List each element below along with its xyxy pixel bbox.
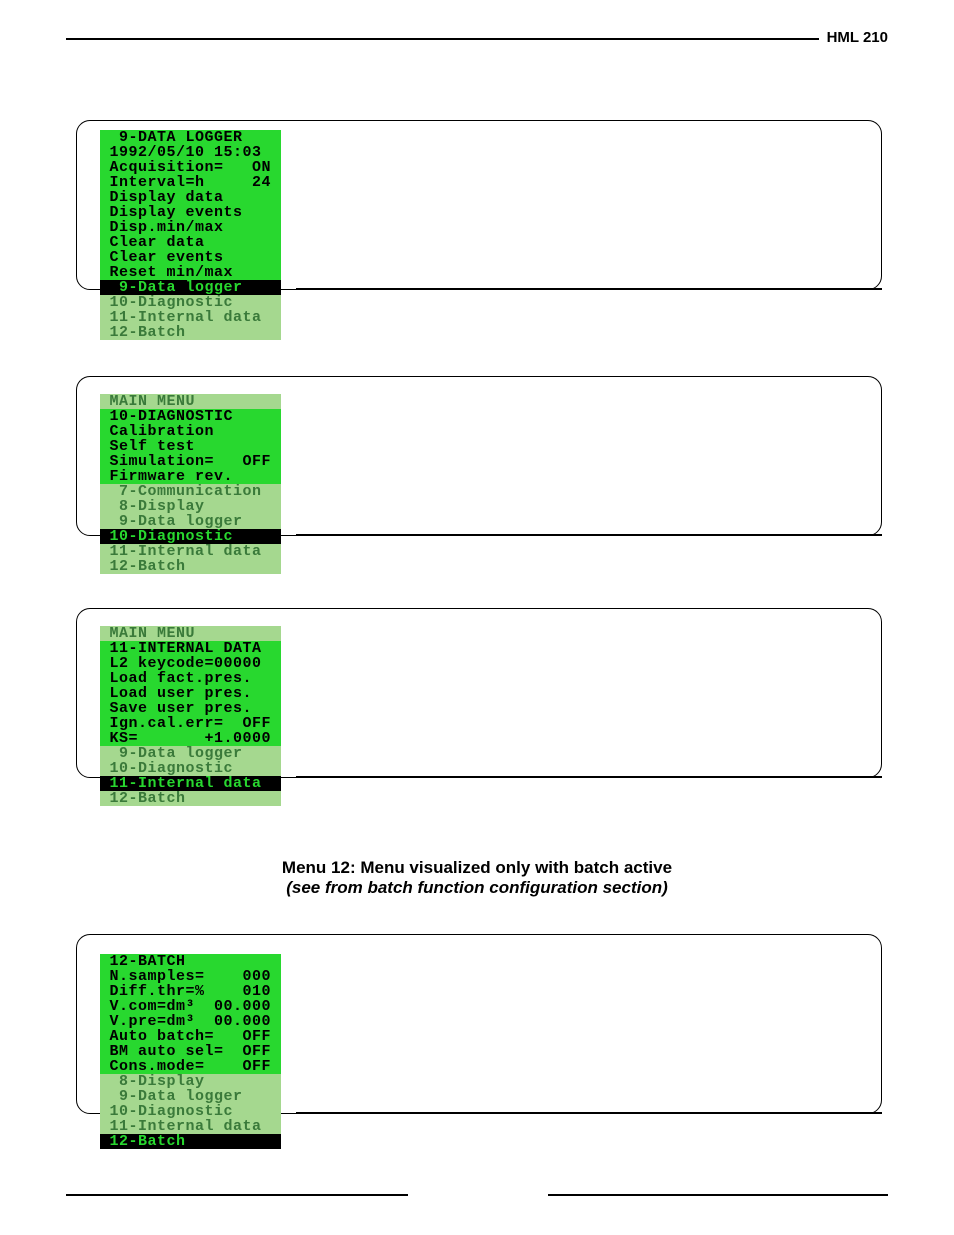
lcd12-dim-1: 9-Data logger [100, 1089, 281, 1104]
lcd12-line-3: V.com=dm³ 00.000 [100, 999, 281, 1014]
caption-line-2: (see from batch function configuration s… [0, 878, 954, 898]
lcd10-line-3: Simulation= OFF [100, 454, 281, 469]
lcd-screen-11: MAIN MENU 11-INTERNAL DATA L2 keycode=00… [100, 626, 281, 806]
lcd10-bot-0: 11-Internal data [100, 544, 281, 559]
lcd10-line-2: Self test [100, 439, 281, 454]
lcd9-line-1: 1992/05/10 15:03 [100, 145, 281, 160]
lcd11-line-6: KS= +1.0000 [100, 731, 281, 746]
panel-menu-9-rule [296, 288, 882, 290]
lcd10-line-4: Firmware rev. [100, 469, 281, 484]
lcd11-line-0: 11-INTERNAL DATA [100, 641, 281, 656]
lcd9-dim-1: 11-Internal data [100, 310, 281, 325]
lcd9-line-9: Reset min/max [100, 265, 281, 280]
lcd9-line-7: Clear data [100, 235, 281, 250]
lcd12-line-1: N.samples= 000 [100, 969, 281, 984]
caption-menu-12: Menu 12: Menu visualized only with batch… [0, 858, 954, 898]
lcd11-line-2: Load fact.pres. [100, 671, 281, 686]
lcd11-line-5: Ign.cal.err= OFF [100, 716, 281, 731]
lcd10-mid-2: 9-Data logger [100, 514, 281, 529]
lcd9-dim-0: 10-Diagnostic [100, 295, 281, 310]
panel-menu-10-rule [296, 534, 882, 536]
lcd12-selected: 12-Batch [100, 1134, 281, 1149]
lcd11-mid-1: 10-Diagnostic [100, 761, 281, 776]
lcd9-line-8: Clear events [100, 250, 281, 265]
lcd10-mid-1: 8-Display [100, 499, 281, 514]
lcd-screen-9: 9-DATA LOGGER 1992/05/10 15:03 Acquisiti… [100, 130, 281, 340]
lcd11-selected: 11-Internal data [100, 776, 281, 791]
lcd11-bot-0: 12-Batch [100, 791, 281, 806]
lcd9-selected: 9-Data logger [100, 280, 281, 295]
lcd10-selected: 10-Diagnostic [100, 529, 281, 544]
lcd-screen-10: MAIN MENU 10-DIAGNOSTIC Calibration Self… [100, 394, 281, 574]
header-model-label: HML 210 [819, 29, 888, 46]
lcd12-line-2: Diff.thr=% 010 [100, 984, 281, 999]
lcd12-line-5: Auto batch= OFF [100, 1029, 281, 1044]
caption-line-1: Menu 12: Menu visualized only with batch… [0, 858, 954, 878]
lcd12-line-0: 12-BATCH [100, 954, 281, 969]
lcd9-dim-2: 12-Batch [100, 325, 281, 340]
lcd9-line-2: Acquisition= ON [100, 160, 281, 175]
lcd12-dim-2: 10-Diagnostic [100, 1104, 281, 1119]
lcd11-line-4: Save user pres. [100, 701, 281, 716]
lcd11-line-1: L2 keycode=00000 [100, 656, 281, 671]
footer-rule-right [548, 1194, 888, 1196]
lcd12-dim-3: 11-Internal data [100, 1119, 281, 1134]
lcd10-line-0: 10-DIAGNOSTIC [100, 409, 281, 424]
footer-rule-left [66, 1194, 408, 1196]
panel-menu-11-rule [296, 776, 882, 778]
lcd11-top-0: MAIN MENU [100, 626, 281, 641]
lcd9-line-6: Disp.min/max [100, 220, 281, 235]
lcd10-bot-1: 12-Batch [100, 559, 281, 574]
lcd12-line-6: BM auto sel= OFF [100, 1044, 281, 1059]
lcd9-line-4: Display data [100, 190, 281, 205]
header-divider [66, 38, 888, 40]
lcd11-line-3: Load user pres. [100, 686, 281, 701]
lcd9-line-3: Interval=h 24 [100, 175, 281, 190]
lcd11-mid-0: 9-Data logger [100, 746, 281, 761]
lcd9-line-5: Display events [100, 205, 281, 220]
lcd10-line-1: Calibration [100, 424, 281, 439]
lcd10-mid-0: 7-Communication [100, 484, 281, 499]
lcd10-top-0: MAIN MENU [100, 394, 281, 409]
lcd12-line-7: Cons.mode= OFF [100, 1059, 281, 1074]
lcd9-line-0: 9-DATA LOGGER [100, 130, 281, 145]
lcd12-dim-0: 8-Display [100, 1074, 281, 1089]
lcd12-line-4: V.pre=dm³ 00.000 [100, 1014, 281, 1029]
panel-menu-12-rule [296, 1112, 882, 1114]
lcd-screen-12: 12-BATCH N.samples= 000 Diff.thr=% 010 V… [100, 954, 281, 1149]
